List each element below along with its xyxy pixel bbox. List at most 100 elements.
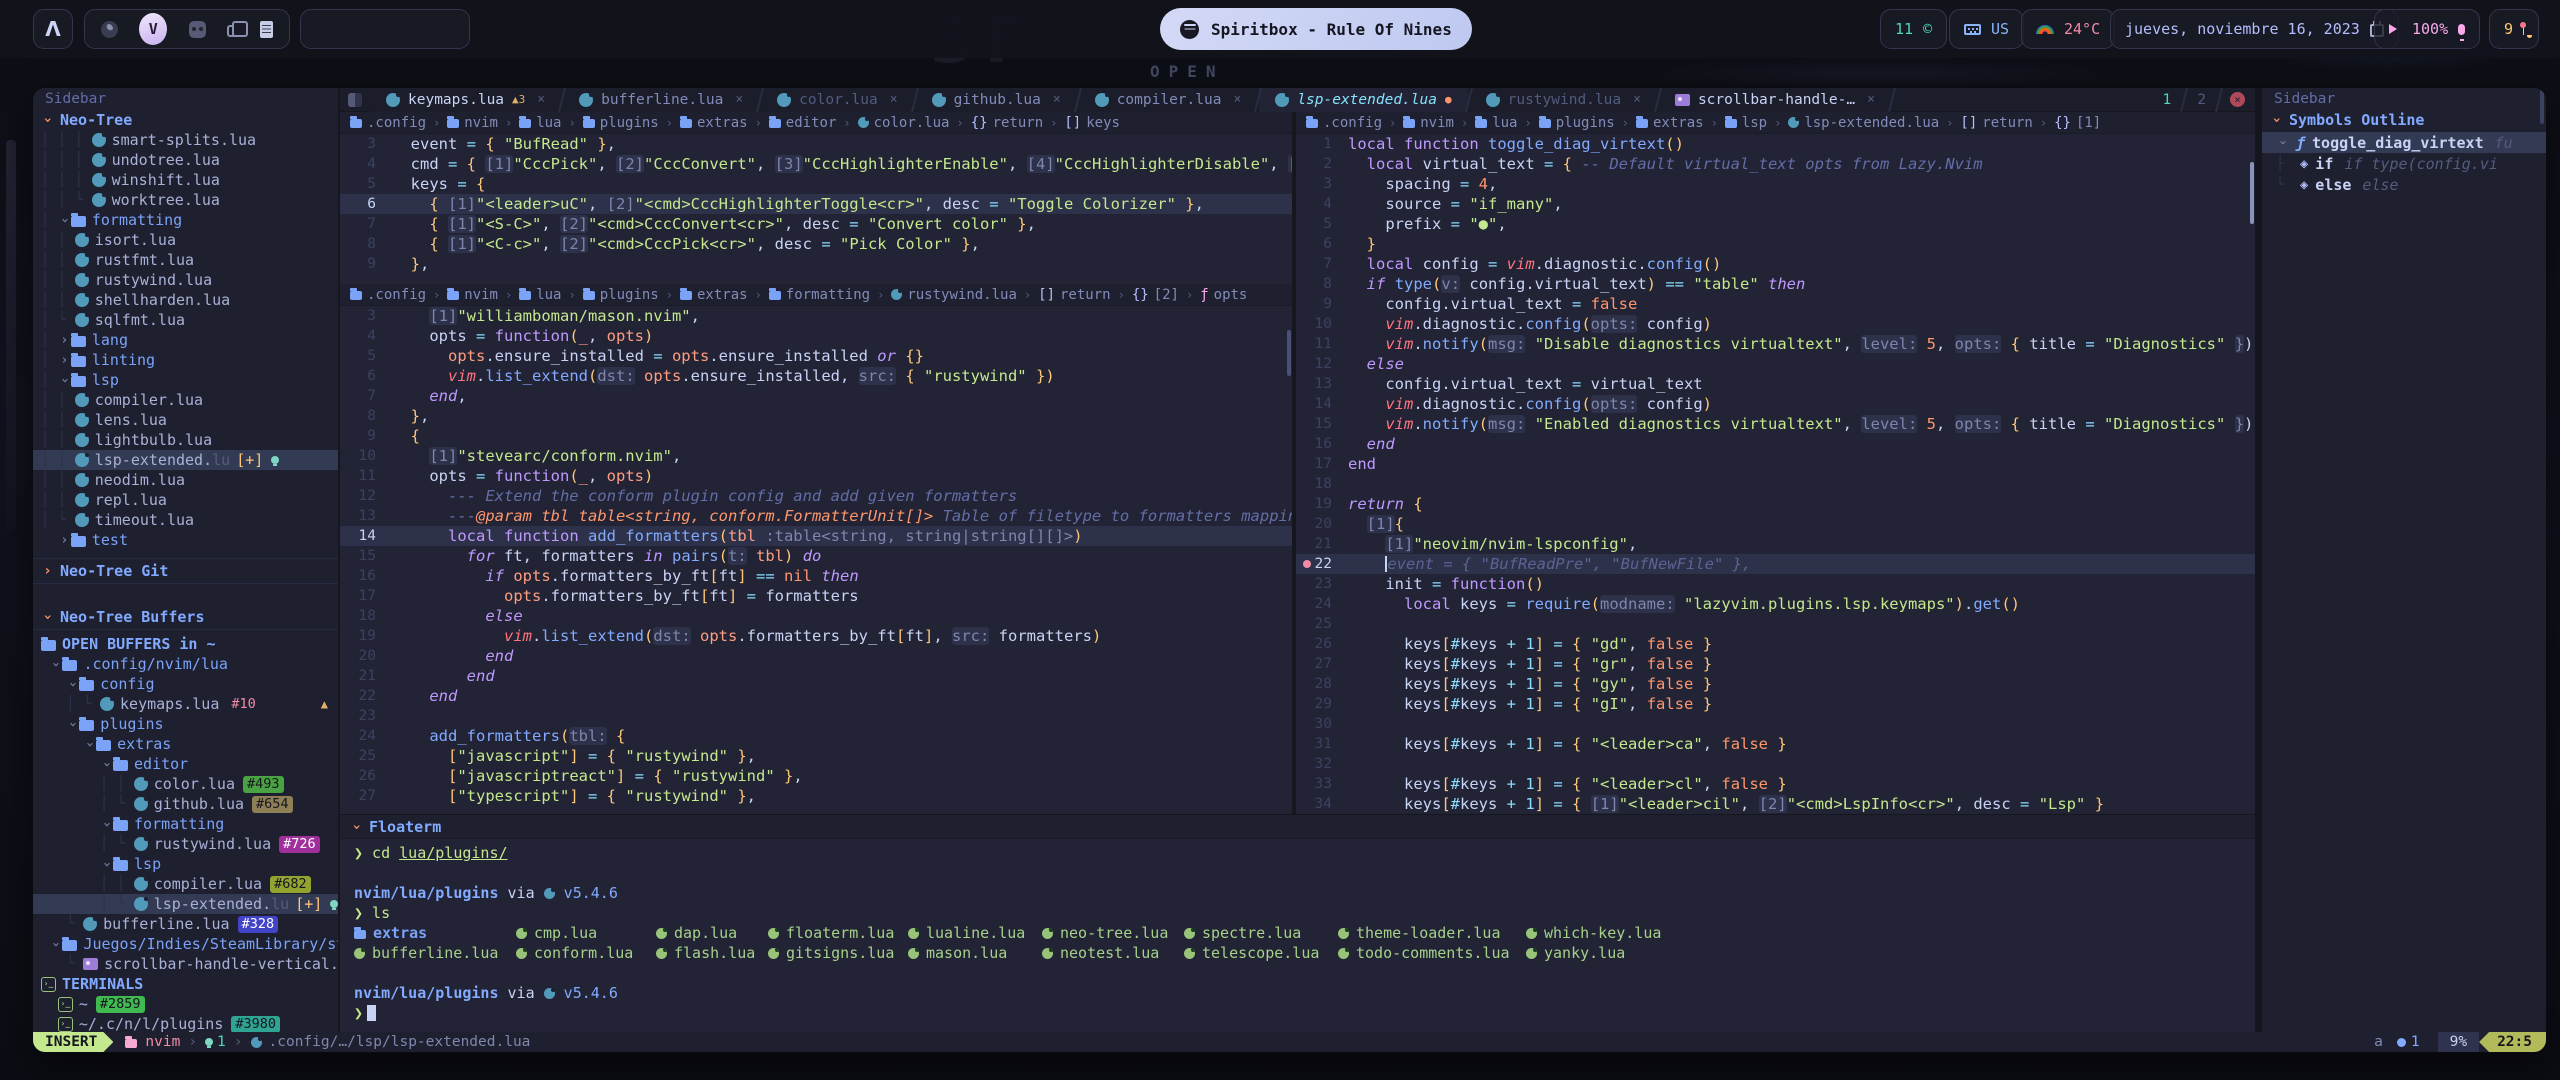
ls-entry[interactable]: gitsigns.lua <box>768 943 908 963</box>
breadcrumb-segment[interactable]: rustywind.lua <box>891 287 1017 303</box>
tree-item[interactable]: │ ›lang <box>33 330 338 350</box>
tree-item[interactable]: ›Juegos/Indies/SteamLibrary/st <box>33 934 338 954</box>
breadcrumb-segment[interactable]: plugins <box>583 115 659 131</box>
tab-close-icon[interactable]: × <box>890 92 898 107</box>
tab-github-lua[interactable]: github.lua× <box>916 88 1077 112</box>
tab-close-icon[interactable]: × <box>1233 92 1241 107</box>
tree-item[interactable]: │ │ lsp-extended.lu[+] <box>33 450 338 470</box>
tree-item[interactable]: ›_~/.c/n/l/plugins#3980 <box>33 1014 338 1032</box>
neotree-section-header[interactable]: › Neo-Tree <box>33 110 338 130</box>
workspace-doc-icon[interactable] <box>260 21 273 38</box>
neotree-git-section-header[interactable]: › Neo-Tree Git <box>33 558 338 584</box>
tree-item[interactable]: ›lsp <box>33 854 338 874</box>
tab-rustywind-lua[interactable]: rustywind.lua× <box>1470 88 1657 112</box>
ls-entry[interactable]: extras <box>354 923 516 943</box>
tree-item[interactable]: └ scrollbar-handle-vertical.p <box>33 954 338 974</box>
tab-scrollbar-handle-[interactable]: scrollbar-handle-…× <box>1659 88 1891 112</box>
breadcrumb-segment[interactable]: .config <box>350 287 426 303</box>
breadcrumb-segment[interactable]: []return <box>1960 115 2032 131</box>
breadcrumb-color[interactable]: .config›nvim›lua›plugins›extras›editor›c… <box>340 112 1292 134</box>
ls-entry[interactable]: bufferline.lua <box>354 943 516 963</box>
breadcrumb-segment[interactable]: lsp-extended.lua <box>1788 115 1939 131</box>
editor-pane-color[interactable]: 3 event = { "BufRead" },4 cmd = { [1]"Cc… <box>340 134 1292 284</box>
breadcrumb-segment[interactable]: lua <box>1475 115 1517 131</box>
tree-item[interactable]: │ │ isort.lua <box>33 230 338 250</box>
workspace-active-icon[interactable]: V <box>139 13 167 45</box>
tree-item[interactable]: ›config <box>33 674 338 694</box>
scrollbar-handle[interactable] <box>1287 330 1291 376</box>
tab-page-number[interactable]: 2 <box>2185 92 2218 108</box>
tree-item[interactable]: ›extras <box>33 734 338 754</box>
now-playing-widget[interactable]: Spiritbox - Rule Of Nines <box>1160 8 1472 50</box>
ls-entry[interactable]: lualine.lua <box>908 923 1042 943</box>
workspace-copy-icon[interactable] <box>227 25 239 37</box>
tree-item[interactable]: ›editor <box>33 754 338 774</box>
tree-item[interactable]: │ │ compiler.lua#682 <box>33 874 338 894</box>
symbol-item[interactable]: ├ ◈ifif type(config.vi <box>2262 153 2546 174</box>
close-all-icon[interactable]: × <box>2230 92 2245 107</box>
audio-widget[interactable]: 100% <box>2374 9 2480 49</box>
tree-item[interactable]: │ │ │ undotree.lua <box>33 150 338 170</box>
tree-item[interactable]: │ │ repl.lua <box>33 490 338 510</box>
panel-toggle-icon[interactable] <box>348 93 362 107</box>
tree-item[interactable]: │ │ color.lua#493 <box>33 774 338 794</box>
audio-visualizer-widget[interactable] <box>300 9 470 49</box>
tree-item[interactable]: │ │ lens.lua <box>33 410 338 430</box>
tree-item[interactable]: │ └ timeout.lua <box>33 510 338 530</box>
tree-item[interactable]: ›_~#2859 <box>33 994 338 1014</box>
tree-item[interactable]: ›formatting <box>33 814 338 834</box>
ls-entry[interactable]: conform.lua <box>516 943 656 963</box>
ls-entry[interactable]: telescope.lua <box>1184 943 1338 963</box>
tab-close-icon[interactable]: × <box>537 92 545 107</box>
ls-entry[interactable]: dap.lua <box>656 923 768 943</box>
tab-page-number[interactable]: 1 <box>2151 92 2184 108</box>
editor-pane-lsp-extended[interactable]: 1local function toggle_diag_virtext()2 l… <box>1296 134 2255 814</box>
breadcrumb-segment[interactable]: {}return <box>971 115 1043 131</box>
breadcrumb-segment[interactable]: formatting <box>769 287 870 303</box>
ls-entry[interactable]: flash.lua <box>656 943 768 963</box>
ls-entry[interactable]: mason.lua <box>908 943 1042 963</box>
tab-close-icon[interactable]: × <box>735 92 743 107</box>
symbol-item[interactable]: ›ƒtoggle_diag_virtextfu <box>2262 132 2546 153</box>
tab-keymaps-lua[interactable]: keymaps.lua▲3× <box>370 88 561 112</box>
breadcrumb-segment[interactable]: plugins <box>1539 115 1615 131</box>
breadcrumb-segment[interactable]: nvim <box>447 287 498 303</box>
tab-close-icon[interactable]: × <box>1053 92 1061 107</box>
tree-item[interactable]: │ └ keymaps.lua#10▲ <box>33 694 338 714</box>
tree-item[interactable]: │ └ sqlfmt.lua <box>33 310 338 330</box>
ls-entry[interactable]: spectre.lua <box>1184 923 1338 943</box>
terminal-output[interactable]: ❯ cd lua/plugins/nvim/lua/plugins via v5… <box>340 839 2255 1023</box>
breadcrumb-segment[interactable]: extras <box>680 287 748 303</box>
weather-widget[interactable]: 24°C <box>2021 9 2115 49</box>
breadcrumb-rustywind[interactable]: .config›nvim›lua›plugins›extras›formatti… <box>340 284 1292 306</box>
tree-item[interactable]: │ │ │ winshift.lua <box>33 170 338 190</box>
tab-lsp-extended-lua[interactable]: lsp-extended.lua● <box>1259 88 1467 112</box>
scrollbar-handle[interactable] <box>2540 90 2544 124</box>
tree-item[interactable]: │ │ rustfmt.lua <box>33 250 338 270</box>
tree-item[interactable]: │ │ lightbulb.lua <box>33 430 338 450</box>
breadcrumb-segment[interactable]: plugins <box>583 287 659 303</box>
ls-entry[interactable]: which-key.lua <box>1526 923 1676 943</box>
ls-entry[interactable]: floaterm.lua <box>768 923 908 943</box>
breadcrumb-segment[interactable]: .config <box>1306 115 1382 131</box>
tree-item[interactable]: │ └ rustywind.lua#726 <box>33 834 338 854</box>
breadcrumb-segment[interactable]: nvim <box>447 115 498 131</box>
workspace-pad-icon[interactable] <box>189 21 206 38</box>
date-widget[interactable]: jueves, noviembre 16, 2023 <box>2110 9 2399 49</box>
tab-bufferline-lua[interactable]: bufferline.lua× <box>563 88 759 112</box>
ls-entry[interactable]: neotest.lua <box>1042 943 1184 963</box>
breadcrumb-segment[interactable]: nvim <box>1403 115 1454 131</box>
breadcrumb-segment[interactable]: ƒopts <box>1200 287 1247 303</box>
breadcrumb-segment[interactable]: color.lua <box>858 115 950 131</box>
breadcrumb-segment[interactable]: {}[1] <box>2054 115 2101 131</box>
tree-item[interactable]: └ bufferline.lua#328 <box>33 914 338 934</box>
tree-item[interactable]: │ │ │ smart-splits.lua <box>33 130 338 150</box>
tree-item[interactable]: │ ›formatting <box>33 210 338 230</box>
ls-entry[interactable]: neo-tree.lua <box>1042 923 1184 943</box>
workspace-globe-icon[interactable] <box>101 21 118 38</box>
breadcrumb-segment[interactable]: .config <box>350 115 426 131</box>
keyboard-layout-widget[interactable]: US <box>1949 9 2024 49</box>
tree-item[interactable]: │ ›lsp <box>33 370 338 390</box>
tree-item[interactable]: ›test <box>33 530 338 550</box>
symbol-item[interactable]: └ ◈elseelse <box>2262 174 2546 195</box>
